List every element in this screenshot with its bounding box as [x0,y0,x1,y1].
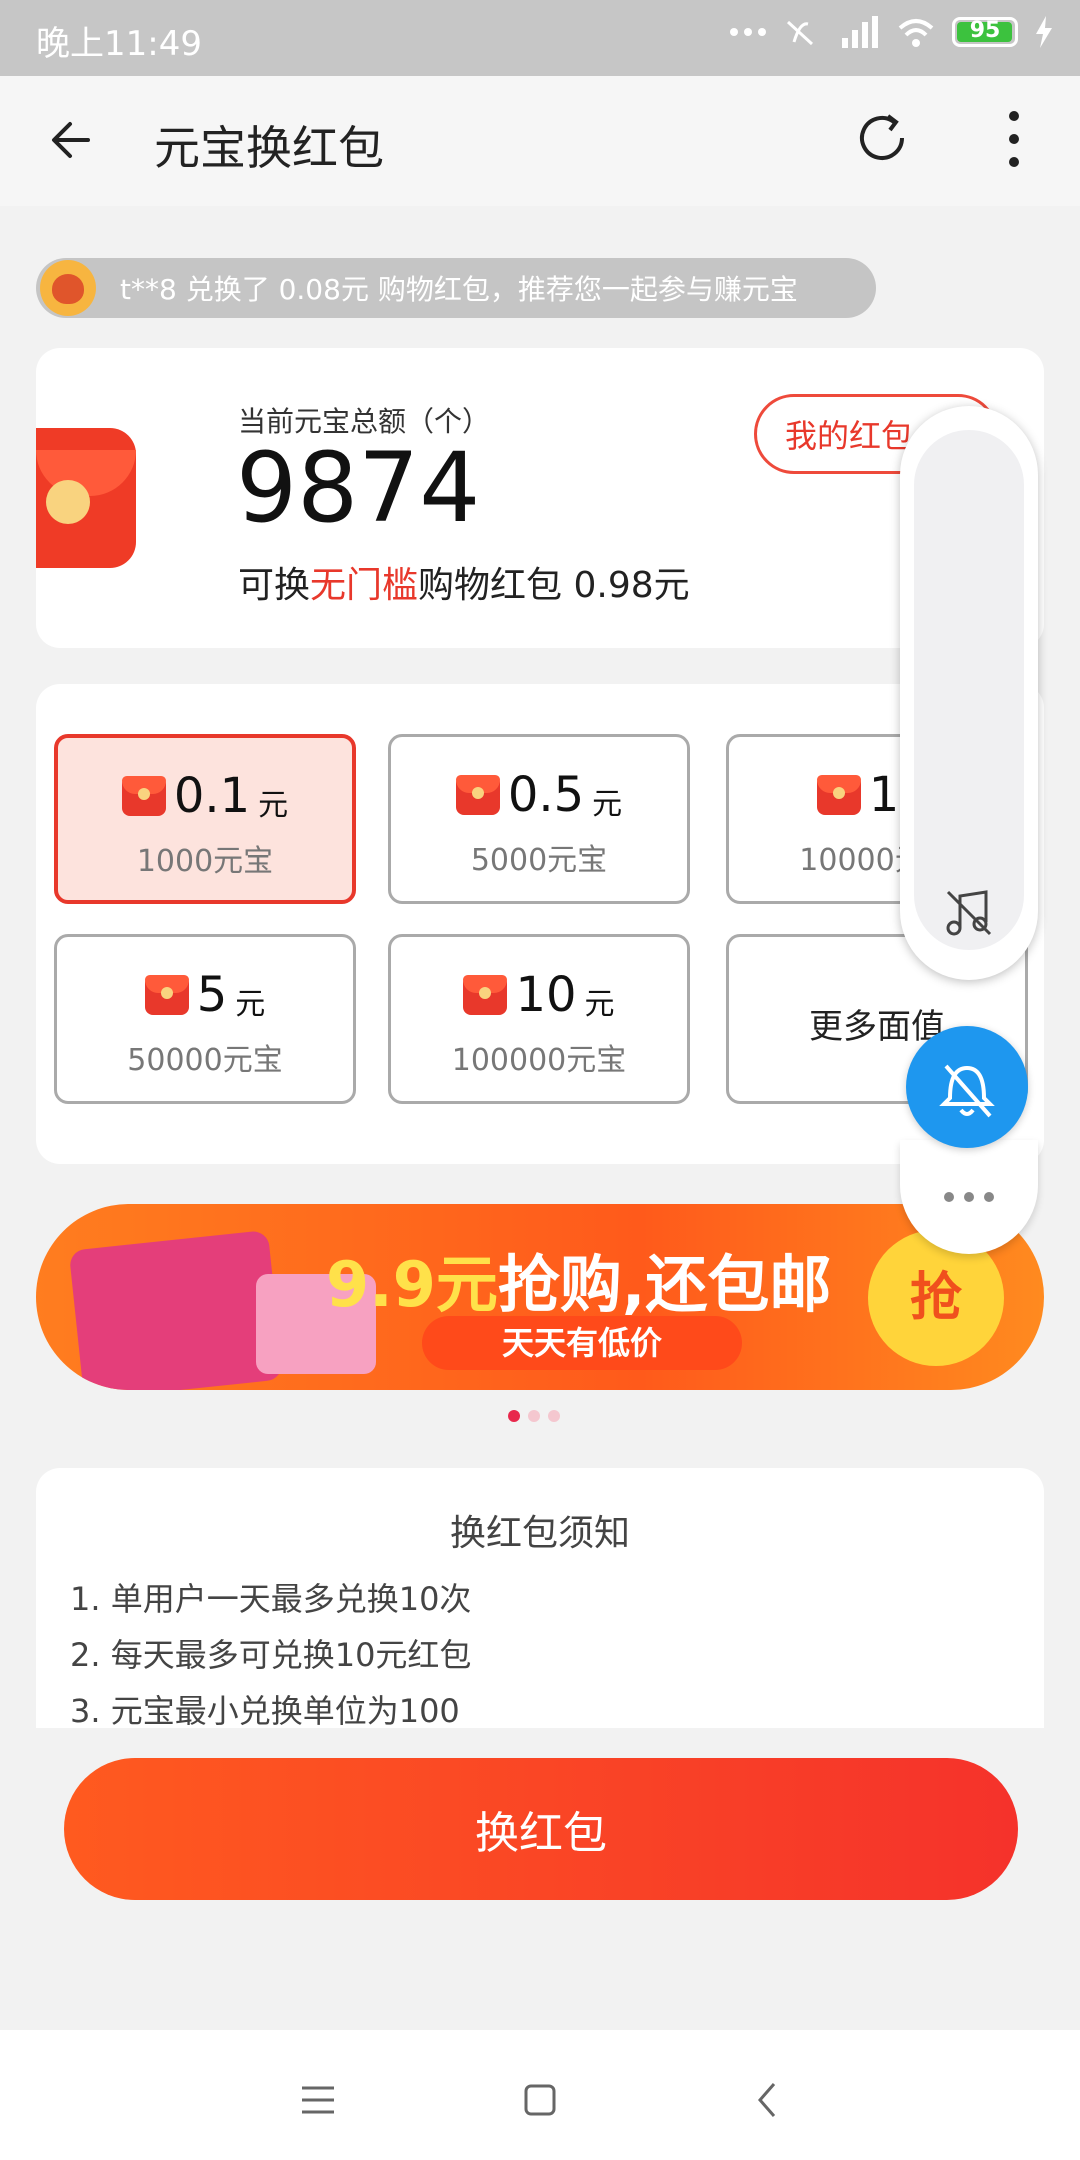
pager-dot-active [508,1410,520,1422]
rules-card: 换红包须知 1. 单用户一天最多兑换10次 2. 每天最多可兑换10元红包 3.… [36,1468,1044,1728]
app-bar: 元宝换红包 [0,76,1080,206]
option-cost: 100000元宝 [451,1043,627,1078]
desc-suffix: 购物红包 0.98元 [418,565,690,606]
option-value: 0.1 [173,768,251,824]
user-avatar [40,260,96,316]
ticker-text: t**8 兑换了 0.08元 购物红包，推荐您一起参与赚元宝 [120,273,798,306]
red-packet-icon [463,975,508,1015]
rule-item: 3. 元宝最小兑换单位为100 [70,1692,460,1728]
system-nav-bar [0,2030,1080,2160]
rule-item: 1. 单用户一天最多兑换10次 [70,1580,472,1618]
status-bar: 晚上11:49 95 [0,0,1080,76]
music-off-icon[interactable] [942,886,996,940]
desc-prefix: 可换 [238,565,311,606]
option-0-1[interactable]: 0.1 元 1000元宝 [54,734,356,904]
rule-item: 2. 每天最多可兑换10元红包 [70,1636,472,1674]
battery-icon: 95 [952,17,1018,47]
vibrate-off-icon [786,20,814,46]
banner-slogan: 抢购,还包邮 [497,1248,832,1321]
nav-back-icon[interactable] [736,2068,800,2132]
back-arrow-icon[interactable] [44,108,108,172]
home-icon[interactable] [508,2068,572,2132]
balance-card: 当前元宝总额（个） 9874 可换无门槛购物红包 0.98元 我的红包 [36,348,1044,648]
option-value: 10 [515,967,577,1023]
status-icons: 95 [730,14,1054,50]
menu-icon[interactable] [286,2068,350,2132]
option-0-5[interactable]: 0.5 元 5000元宝 [388,734,690,904]
exchange-ticker: t**8 兑换了 0.08元 购物红包，推荐您一起参与赚元宝 [36,258,876,318]
page-title: 元宝换红包 [154,121,384,175]
mute-bell-button[interactable] [906,1026,1028,1148]
status-time: 晚上11:49 [36,24,202,64]
option-unit: 元 [592,787,623,822]
option-unit: 元 [235,987,266,1022]
option-5[interactable]: 5元 50000元宝 [54,934,356,1104]
more-notifications-icon [730,28,766,36]
option-unit: 元 [584,987,615,1022]
balance-amount: 9874 [236,432,481,544]
pager-dot [528,1410,540,1422]
pager-dot [548,1410,560,1422]
option-value: 0.5 [507,767,585,823]
red-packet-icon [455,775,500,815]
banner-subtitle: 天天有低价 [422,1316,742,1370]
rules-title: 换红包须知 [449,1513,630,1554]
option-cost: 5000元宝 [470,843,608,878]
banner-headline: 9.9元抢购,还包邮 [326,1234,831,1324]
option-cost: 50000元宝 [127,1043,283,1078]
charging-icon [1036,16,1052,48]
bell-off-icon [939,1064,995,1118]
gift-box-image [68,1229,284,1390]
desc-highlight: 无门槛 [310,565,419,606]
banner-price: 9.9元 [326,1248,498,1321]
wifi-icon [898,19,934,47]
option-value: 5 [196,967,228,1023]
more-vert-icon[interactable] [990,104,1038,174]
denomination-options: 0.1元 1000元宝 0.5元 5000元宝 1元 10000元宝 5元 50… [36,684,1044,1164]
option-unit: 元 [258,788,289,823]
red-packet-icon [121,776,166,816]
balance-description: 可换无门槛购物红包 0.98元 [238,556,690,608]
exchange-button[interactable]: 换红包 [64,1758,1018,1900]
floating-panel[interactable] [900,406,1038,980]
red-packet-icon [816,775,861,815]
floating-panel-inner [914,430,1024,950]
option-10[interactable]: 10 元 100000元宝 [388,934,690,1104]
signal-icon [842,16,878,48]
option-cost: 1000元宝 [136,844,274,879]
promo-banner[interactable]: 9.9元抢购,还包邮 天天有低价 抢 [36,1204,1044,1390]
battery-level: 95 [969,18,1001,43]
red-packet-icon [144,975,189,1015]
refresh-icon[interactable] [850,106,914,170]
banner-pager [508,1410,560,1422]
option-value: 1 [868,767,900,823]
red-packet-icon [36,428,136,568]
